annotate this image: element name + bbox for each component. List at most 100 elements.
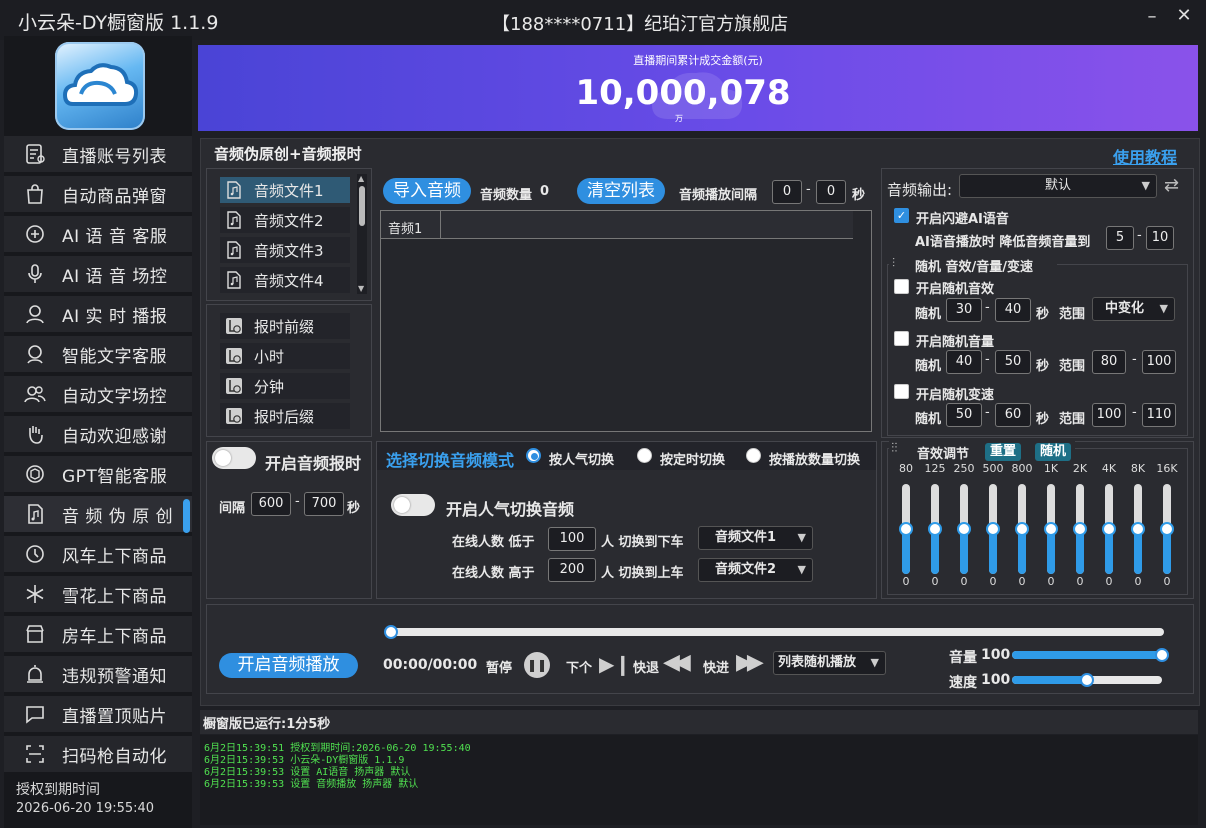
- sidebar-item-7[interactable]: 自动文字场控: [4, 376, 192, 414]
- rewind-icon[interactable]: ◀◀: [663, 650, 691, 675]
- speed-slider-thumb[interactable]: [1080, 673, 1094, 687]
- eq-band-thumb[interactable]: [986, 522, 1000, 536]
- eq-band-thumb[interactable]: [1102, 522, 1116, 536]
- radio-popularity[interactable]: [526, 448, 541, 463]
- random-effect-checkbox[interactable]: [894, 279, 909, 294]
- rule-high-input[interactable]: 200: [548, 558, 596, 582]
- time-report-from-input[interactable]: 600: [251, 492, 291, 516]
- eq-band[interactable]: 2K 0: [1068, 462, 1092, 592]
- eq-band[interactable]: 4K 0: [1097, 462, 1121, 592]
- next-track-icon[interactable]: ▶❙: [599, 652, 631, 676]
- sidebar-item-1[interactable]: 直播账号列表: [4, 136, 192, 174]
- sidebar-item-12[interactable]: 雪花上下商品: [4, 576, 192, 614]
- sidebar-item-11[interactable]: 风车上下商品: [4, 536, 192, 574]
- eq-band-thumb[interactable]: [1160, 522, 1174, 536]
- ai-dodge-checkbox[interactable]: ✓: [894, 208, 909, 223]
- audio-file-item[interactable]: 音频文件1: [220, 177, 350, 203]
- scroll-down-icon[interactable]: ▼: [358, 284, 364, 293]
- scroll-thumb[interactable]: [359, 186, 365, 226]
- random-effect-range-select[interactable]: 中变化 ▼: [1092, 297, 1175, 321]
- eq-band-thumb[interactable]: [1015, 522, 1029, 536]
- sidebar-item-10[interactable]: 音 频 伪 原 创: [4, 496, 192, 534]
- audio-file-item[interactable]: 音频文件2: [220, 207, 350, 233]
- eq-band[interactable]: 80 0: [894, 462, 918, 592]
- sidebar-item-3[interactable]: AI 语 音 客服: [4, 216, 192, 254]
- random-volume-to-input[interactable]: 50: [995, 350, 1031, 374]
- sidebar-item-9[interactable]: GPT智能客服: [4, 456, 192, 494]
- sidebar-item-16[interactable]: 扫码枪自动化: [4, 736, 192, 774]
- scroll-up-icon[interactable]: ▲: [358, 174, 364, 183]
- sidebar-item-8[interactable]: 自动欢迎感谢: [4, 416, 192, 454]
- random-volume-from-input[interactable]: 40: [946, 350, 982, 374]
- audio-output-select[interactable]: 默认 ▼: [959, 174, 1157, 198]
- eq-band[interactable]: 1K 0: [1039, 462, 1063, 592]
- rule-low-input[interactable]: 100: [548, 527, 596, 551]
- sidebar-item-2[interactable]: 自动商品弹窗: [4, 176, 192, 214]
- tutorial-link[interactable]: 使用教程: [1113, 144, 1177, 168]
- eq-band[interactable]: 8K 0: [1126, 462, 1150, 592]
- time-segment-item[interactable]: 小时: [220, 343, 350, 369]
- clear-list-button[interactable]: 清空列表: [577, 178, 665, 204]
- equalizer-reset-button[interactable]: 重置: [985, 443, 1021, 461]
- random-speed-checkbox[interactable]: [894, 384, 909, 399]
- eq-band-thumb[interactable]: [1131, 522, 1145, 536]
- volume-slider-thumb[interactable]: [1155, 648, 1169, 662]
- random-effect-from-input[interactable]: 30: [946, 298, 982, 322]
- time-report-to-input[interactable]: 700: [304, 492, 344, 516]
- pause-icon[interactable]: ❚❚: [524, 652, 550, 678]
- eq-band[interactable]: 125 0: [923, 462, 947, 592]
- random-speed-to-input[interactable]: 60: [995, 403, 1031, 427]
- radio-play-count-label[interactable]: 按播放数量切换: [769, 449, 860, 468]
- progress-thumb[interactable]: [384, 625, 398, 639]
- import-audio-button[interactable]: 导入音频: [383, 178, 471, 204]
- equalizer-random-button[interactable]: 随机: [1035, 443, 1071, 461]
- start-playback-button[interactable]: 开启音频播放: [219, 653, 358, 678]
- volume-slider-track[interactable]: [1012, 651, 1162, 659]
- audio-file-item[interactable]: 音频文件4: [220, 267, 350, 293]
- eq-band-thumb[interactable]: [899, 522, 913, 536]
- time-segment-item[interactable]: 报时前缀: [220, 313, 350, 339]
- eq-band[interactable]: 250 0: [952, 462, 976, 592]
- sidebar-item-13[interactable]: 房车上下商品: [4, 616, 192, 654]
- eq-band-thumb[interactable]: [1044, 522, 1058, 536]
- close-button[interactable]: ✕: [1172, 5, 1196, 29]
- play-interval-from-input[interactable]: 0: [772, 180, 802, 204]
- ai-volume-from-input[interactable]: 5: [1106, 226, 1134, 250]
- eq-band[interactable]: 16K 0: [1155, 462, 1179, 592]
- time-segment-item[interactable]: 分钟: [220, 373, 350, 399]
- eq-band[interactable]: 500 0: [981, 462, 1005, 592]
- eq-band[interactable]: 800 0: [1010, 462, 1034, 592]
- popularity-switch-toggle[interactable]: [391, 494, 435, 516]
- play-mode-select[interactable]: 列表随机播放 ▼: [773, 651, 886, 675]
- random-volume-range-to-input[interactable]: 100: [1142, 350, 1176, 374]
- random-speed-range-from-input[interactable]: 100: [1092, 403, 1126, 427]
- sidebar-item-6[interactable]: 智能文字客服: [4, 336, 192, 374]
- random-volume-range-from-input[interactable]: 80: [1092, 350, 1126, 374]
- refresh-icon[interactable]: ⇄: [1164, 175, 1179, 196]
- radio-timed-label[interactable]: 按定时切换: [660, 449, 725, 468]
- sidebar-item-14[interactable]: 违规预警通知: [4, 656, 192, 694]
- time-segment-item[interactable]: 报时后缀: [220, 403, 350, 429]
- eq-band-thumb[interactable]: [957, 522, 971, 536]
- rule-high-select[interactable]: 音频文件2 ▼: [698, 558, 813, 582]
- minimize-button[interactable]: –: [1140, 6, 1164, 30]
- eq-band-thumb[interactable]: [928, 522, 942, 536]
- radio-timed[interactable]: [637, 448, 652, 463]
- random-effect-to-input[interactable]: 40: [995, 298, 1031, 322]
- eq-band-thumb[interactable]: [1073, 522, 1087, 536]
- random-speed-range-to-input[interactable]: 110: [1142, 403, 1176, 427]
- rule-low-select[interactable]: 音频文件1 ▼: [698, 526, 813, 550]
- sidebar-item-5[interactable]: AI 实 时 播报: [4, 296, 192, 334]
- progress-track[interactable]: [386, 628, 1164, 636]
- ai-volume-to-input[interactable]: 10: [1146, 226, 1174, 250]
- random-volume-checkbox[interactable]: [894, 331, 909, 346]
- fast-forward-icon[interactable]: ▶▶: [736, 650, 764, 675]
- random-speed-from-input[interactable]: 50: [946, 403, 982, 427]
- audio-list-scrollbar[interactable]: ▲ ▼: [357, 174, 367, 294]
- radio-play-count[interactable]: [746, 448, 761, 463]
- radio-popularity-label[interactable]: 按人气切换: [549, 449, 614, 468]
- time-report-toggle[interactable]: [212, 447, 256, 469]
- sidebar-item-4[interactable]: AI 语 音 场控: [4, 256, 192, 294]
- audio-file-item[interactable]: 音频文件3: [220, 237, 350, 263]
- sidebar-item-15[interactable]: 直播置顶贴片: [4, 696, 192, 734]
